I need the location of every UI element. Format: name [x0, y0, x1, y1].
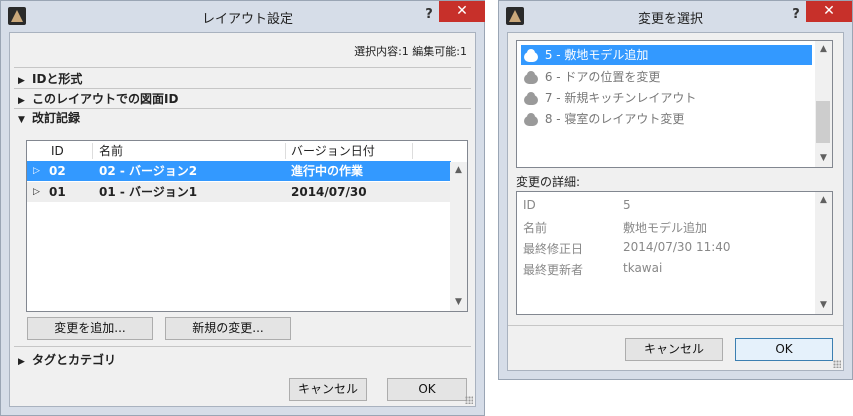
- row-expand-icon[interactable]: ▷: [33, 182, 40, 202]
- details-scrollbar[interactable]: ▲ ▼: [815, 192, 832, 314]
- row-date: 進行中の作業: [291, 161, 363, 181]
- change-details-panel: ID 5 名前 敷地モデル追加 最終修正日 2014/07/30 11:40 最…: [516, 191, 833, 315]
- cancel-button[interactable]: キャンセル: [289, 378, 367, 401]
- ok-button[interactable]: OK: [735, 338, 833, 361]
- resize-grip-icon[interactable]: [833, 360, 841, 368]
- list-item-label: 6 - ドアの位置を変更: [545, 70, 661, 84]
- collapse-arrow-icon: ▼: [18, 111, 32, 129]
- list-item[interactable]: 8 - 寝室のレイアウト変更: [521, 109, 812, 129]
- detail-label: 名前: [523, 219, 547, 236]
- detail-label: ID: [523, 198, 536, 212]
- detail-value: tkawai: [623, 261, 662, 275]
- scroll-up-arrow-icon[interactable]: ▲: [450, 162, 467, 179]
- column-header-id[interactable]: ID: [51, 141, 64, 161]
- close-button[interactable]: ✕: [806, 1, 852, 22]
- add-change-button[interactable]: 変更を追加...: [27, 317, 153, 340]
- divider: [14, 88, 471, 89]
- cancel-button[interactable]: キャンセル: [625, 338, 723, 361]
- divider: [508, 325, 843, 326]
- row-date: 2014/07/30: [291, 182, 367, 202]
- selection-status: 選択内容:1 編集可能:1: [354, 43, 467, 59]
- change-dialog-titlebar[interactable]: 変更を選択 ? ✕: [499, 1, 852, 31]
- archicad-app-icon: [506, 7, 524, 25]
- ok-button[interactable]: OK: [387, 378, 467, 401]
- scroll-up-arrow-icon[interactable]: ▲: [815, 192, 832, 209]
- section-label: IDと形式: [32, 72, 82, 86]
- table-scrollbar[interactable]: ▲ ▼: [450, 162, 467, 311]
- divider: [14, 67, 471, 68]
- list-item-label: 5 - 敷地モデル追加: [545, 48, 649, 62]
- change-list-scrollbar[interactable]: ▲ ▼: [815, 41, 832, 167]
- layout-settings-dialog: レイアウト設定 ? ✕ 選択内容:1 編集可能:1 ▶IDと形式 ▶このレイアウ…: [0, 0, 485, 416]
- scroll-up-arrow-icon[interactable]: ▲: [815, 41, 832, 58]
- section-label: 改訂記録: [32, 111, 80, 125]
- section-tags-categories[interactable]: ▶タグとカテゴリ: [18, 351, 467, 369]
- section-revision-history[interactable]: ▼改訂記録: [18, 109, 467, 127]
- row-name: 01 - バージョン1: [99, 182, 197, 202]
- list-item[interactable]: 6 - ドアの位置を変更: [521, 67, 812, 87]
- revision-table[interactable]: ID 名前 バージョン日付 ▷ 02 02 - バージョン2 進行中の作業 ▷ …: [26, 140, 468, 312]
- archicad-app-icon: [8, 7, 26, 25]
- list-item-label: 7 - 新規キッチンレイアウト: [545, 91, 697, 105]
- section-id-format[interactable]: ▶IDと形式: [18, 70, 467, 88]
- scroll-down-arrow-icon[interactable]: ▼: [815, 297, 832, 314]
- help-button[interactable]: ?: [419, 5, 439, 25]
- detail-value: 5: [623, 198, 631, 212]
- cloud-change-icon: [523, 50, 539, 62]
- change-list[interactable]: 5 - 敷地モデル追加 6 - ドアの位置を変更 7 - 新規キッチンレイアウト…: [516, 40, 833, 168]
- detail-value: 敷地モデル追加: [623, 219, 707, 236]
- layout-dialog-titlebar[interactable]: レイアウト設定 ? ✕: [1, 1, 484, 31]
- help-button[interactable]: ?: [786, 5, 806, 25]
- scroll-down-arrow-icon[interactable]: ▼: [815, 150, 832, 167]
- cloud-change-icon: [523, 93, 539, 105]
- section-label: タグとカテゴリ: [32, 353, 116, 367]
- row-expand-icon[interactable]: ▷: [33, 161, 40, 181]
- new-change-button[interactable]: 新規の変更...: [165, 317, 291, 340]
- list-item[interactable]: 5 - 敷地モデル追加: [521, 45, 812, 65]
- row-name: 02 - バージョン2: [99, 161, 197, 181]
- cloud-change-icon: [523, 72, 539, 84]
- select-change-dialog: 変更を選択 ? ✕ 5 - 敷地モデル追加 6 - ドアの位置を変更 7 - 新…: [498, 0, 853, 380]
- details-heading: 変更の詳細:: [516, 173, 580, 190]
- change-dialog-body: 5 - 敷地モデル追加 6 - ドアの位置を変更 7 - 新規キッチンレイアウト…: [507, 32, 844, 371]
- change-dialog-title: 変更を選択: [638, 8, 703, 27]
- table-row[interactable]: ▷ 01 01 - バージョン1 2014/07/30: [27, 182, 451, 202]
- row-id: 01: [49, 182, 66, 202]
- layout-dialog-body: 選択内容:1 編集可能:1 ▶IDと形式 ▶このレイアウトでの図面ID ▼改訂記…: [9, 32, 476, 407]
- close-button[interactable]: ✕: [439, 1, 485, 22]
- table-row[interactable]: ▷ 02 02 - バージョン2 進行中の作業: [27, 161, 451, 181]
- list-item-label: 8 - 寝室のレイアウト変更: [545, 112, 685, 126]
- detail-label: 最終修正日: [523, 240, 583, 257]
- detail-value: 2014/07/30 11:40: [623, 240, 731, 254]
- cloud-change-icon: [523, 114, 539, 126]
- detail-label: 最終更新者: [523, 261, 583, 278]
- divider: [14, 346, 471, 347]
- section-label: このレイアウトでの図面ID: [32, 92, 178, 106]
- scroll-thumb[interactable]: [816, 101, 830, 143]
- row-id: 02: [49, 161, 66, 181]
- scroll-down-arrow-icon[interactable]: ▼: [450, 294, 467, 311]
- column-header-name[interactable]: 名前: [99, 141, 123, 161]
- section-drawing-id[interactable]: ▶このレイアウトでの図面ID: [18, 90, 467, 108]
- layout-dialog-title: レイアウト設定: [202, 8, 293, 27]
- column-header-date[interactable]: バージョン日付: [291, 141, 375, 161]
- expand-arrow-icon: ▶: [18, 353, 32, 371]
- resize-grip-icon[interactable]: [465, 396, 473, 404]
- list-item[interactable]: 7 - 新規キッチンレイアウト: [521, 88, 812, 108]
